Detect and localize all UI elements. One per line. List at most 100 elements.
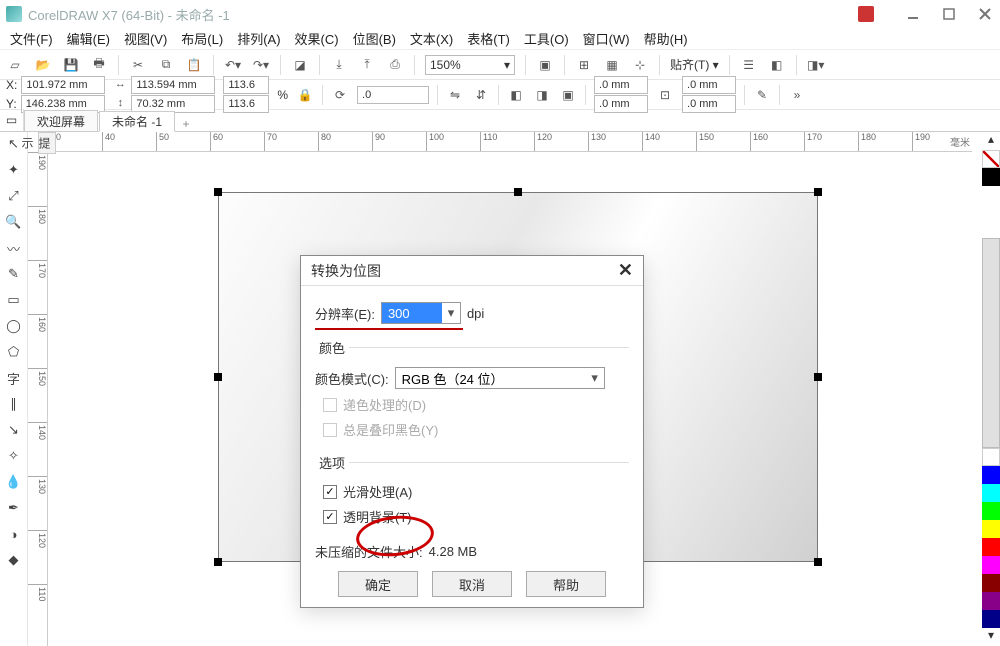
- text-tool[interactable]: 字: [4, 368, 24, 388]
- maximize-icon[interactable]: [940, 5, 958, 23]
- swatch[interactable]: [982, 448, 1000, 466]
- crop-tool[interactable]: ⤢: [4, 186, 24, 206]
- eyedropper-tool[interactable]: 💧: [4, 472, 24, 492]
- menu-bitmap[interactable]: 位图(B): [347, 27, 402, 50]
- snap-dropdown[interactable]: 贴齐(T) ▾: [670, 56, 719, 73]
- rotation-input[interactable]: .0: [357, 86, 429, 104]
- tab-welcome[interactable]: 欢迎屏幕: [24, 110, 98, 131]
- handle-tr[interactable]: [814, 188, 822, 196]
- handle-tl[interactable]: [214, 188, 222, 196]
- menu-layout[interactable]: 布局(L): [175, 27, 229, 50]
- wrap3-icon[interactable]: ▣: [559, 86, 577, 104]
- handle-tm[interactable]: [514, 188, 522, 196]
- hints-docker-tab[interactable]: 提示: [38, 132, 56, 154]
- handle-mr[interactable]: [814, 373, 822, 381]
- horizontal-ruler[interactable]: 3040 5060 7080 90100 110120 130140 15016…: [48, 132, 972, 152]
- swatch[interactable]: [982, 502, 1000, 520]
- outline-br-input[interactable]: .0 mm: [682, 95, 736, 113]
- ok-button[interactable]: 确定: [338, 571, 418, 597]
- rectangle-tool[interactable]: ▭: [4, 290, 24, 310]
- handle-br[interactable]: [814, 558, 822, 566]
- swatch[interactable]: [982, 574, 1000, 592]
- fill-tool[interactable]: ◑: [4, 524, 24, 544]
- palette-scrollbar[interactable]: [982, 238, 1000, 448]
- pick-tool-icon[interactable]: ▭: [0, 109, 24, 131]
- antialias-checkbox[interactable]: ✓光滑处理(A): [323, 482, 629, 501]
- width-input[interactable]: 113.594 mm: [131, 76, 215, 94]
- launch-icon[interactable]: ◧: [768, 56, 786, 74]
- wrap2-icon[interactable]: ◨: [533, 86, 551, 104]
- add-tab-icon[interactable]: +: [176, 117, 196, 131]
- swatch[interactable]: [982, 466, 1000, 484]
- effects-tool[interactable]: ✧: [4, 446, 24, 466]
- redo-icon[interactable]: ↷▾: [252, 56, 270, 74]
- mirror-h-icon[interactable]: ⇋: [446, 86, 464, 104]
- scale-x-input[interactable]: 113.6: [223, 76, 269, 94]
- search-icon[interactable]: ◪: [291, 56, 309, 74]
- menu-table[interactable]: 表格(T): [461, 27, 516, 50]
- handle-ml[interactable]: [214, 373, 222, 381]
- freehand-tool[interactable]: 〰: [4, 238, 24, 258]
- menu-window[interactable]: 窗口(W): [577, 27, 636, 50]
- swatch[interactable]: [982, 484, 1000, 502]
- outline-tool[interactable]: ✒: [4, 498, 24, 518]
- polygon-tool[interactable]: ⬠: [4, 342, 24, 362]
- no-color-swatch[interactable]: [982, 150, 1000, 168]
- parallel-tool[interactable]: ∥: [4, 394, 24, 414]
- mirror-v-icon[interactable]: ⇵: [472, 86, 490, 104]
- options-icon[interactable]: ☰: [740, 56, 758, 74]
- resolution-combo[interactable]: 300 ▾: [381, 302, 461, 324]
- colormode-combo[interactable]: RGB 色（24 位） ▾: [395, 367, 605, 389]
- dialog-close-icon[interactable]: ✕: [618, 260, 633, 281]
- cut-icon[interactable]: ✂: [129, 56, 147, 74]
- zoom-tool[interactable]: 🔍: [4, 212, 24, 232]
- scale-y-input[interactable]: 113.6: [223, 95, 269, 113]
- swatch[interactable]: [982, 610, 1000, 628]
- guides-icon[interactable]: ⊹: [631, 56, 649, 74]
- menu-help[interactable]: 帮助(H): [638, 27, 694, 50]
- more-icon[interactable]: »: [788, 86, 806, 104]
- shape-tool[interactable]: ✦: [4, 160, 24, 180]
- outline-tr-input[interactable]: .0 mm: [682, 76, 736, 94]
- menu-effects[interactable]: 效果(C): [289, 27, 345, 50]
- zoom-combo[interactable]: 150%▾: [425, 55, 515, 75]
- menu-view[interactable]: 视图(V): [118, 27, 173, 50]
- new-icon[interactable]: ▱: [6, 56, 24, 74]
- print-icon[interactable]: 🖶: [90, 56, 108, 74]
- swatch[interactable]: [982, 556, 1000, 574]
- menu-file[interactable]: 文件(F): [4, 27, 59, 50]
- artistic-tool[interactable]: ✎: [4, 264, 24, 284]
- ellipse-tool[interactable]: ◯: [4, 316, 24, 336]
- minimize-icon[interactable]: [904, 5, 922, 23]
- fullscreen-icon[interactable]: ▣: [536, 56, 554, 74]
- help-button[interactable]: 帮助: [526, 571, 606, 597]
- outline-tl-input[interactable]: .0 mm: [594, 76, 648, 94]
- corner-icon[interactable]: ⊡: [656, 86, 674, 104]
- paste-icon[interactable]: 📋: [185, 56, 203, 74]
- connector-tool[interactable]: ↘: [4, 420, 24, 440]
- palette-up-icon[interactable]: ▴: [982, 132, 1000, 150]
- swatch[interactable]: [982, 538, 1000, 556]
- palette-down-icon[interactable]: ▾: [982, 628, 1000, 646]
- menu-text[interactable]: 文本(X): [404, 27, 459, 50]
- swatch[interactable]: [982, 592, 1000, 610]
- convert-curves-icon[interactable]: ✎: [753, 86, 771, 104]
- undo-icon[interactable]: ↶▾: [224, 56, 242, 74]
- tab-document[interactable]: 未命名 -1: [99, 111, 175, 132]
- menu-tools[interactable]: 工具(O): [518, 27, 575, 50]
- user-avatar-icon[interactable]: [858, 6, 874, 22]
- import-icon[interactable]: ⤓: [330, 56, 348, 74]
- interactive-fill-tool[interactable]: ◆: [4, 550, 24, 570]
- wrap-icon[interactable]: ◧: [507, 86, 525, 104]
- pos-x-input[interactable]: 101.972 mm: [21, 76, 105, 94]
- cancel-button[interactable]: 取消: [432, 571, 512, 597]
- close-icon[interactable]: [976, 5, 994, 23]
- open-icon[interactable]: 📂: [34, 56, 52, 74]
- handle-bl[interactable]: [214, 558, 222, 566]
- lock-ratio-icon[interactable]: 🔒: [296, 86, 314, 104]
- vertical-ruler[interactable]: 190180 170160 150140 130120 110: [28, 152, 48, 646]
- menu-edit[interactable]: 编辑(E): [61, 27, 116, 50]
- rulers-icon[interactable]: ⊞: [575, 56, 593, 74]
- swatch[interactable]: [982, 520, 1000, 538]
- export-icon[interactable]: ⤒: [358, 56, 376, 74]
